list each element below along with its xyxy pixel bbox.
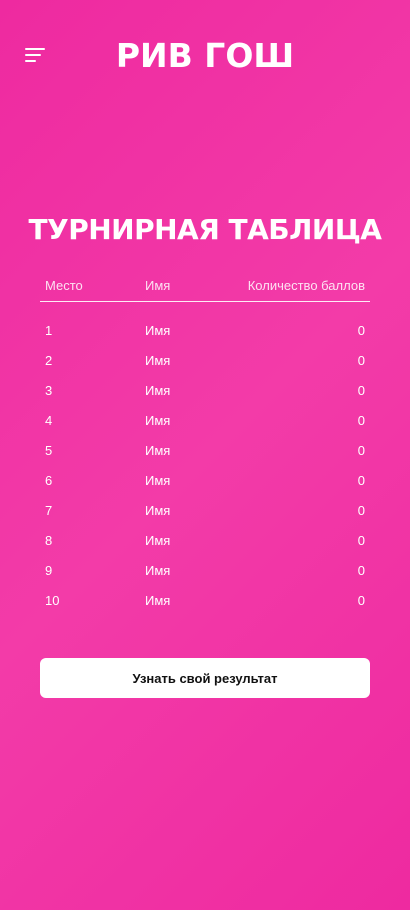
- name-cell: Имя: [145, 353, 171, 368]
- score-cell: 0: [357, 443, 365, 458]
- leaderboard-table: Место Имя Количество баллов 1 Имя 0 2 Имя 0 3 И…: [40, 272, 370, 616]
- table-row: 9 Имя 0: [40, 556, 370, 586]
- name-cell: Имя: [145, 563, 171, 578]
- score-cell: 0: [357, 323, 365, 338]
- place-cell: 8: [45, 533, 53, 548]
- brand-logo[interactable]: РИВ ГОШ: [0, 36, 410, 76]
- table-row: 5 Имя 0: [40, 436, 370, 466]
- table-row: 10 Имя 0: [40, 586, 370, 616]
- name-cell: Имя: [145, 473, 171, 488]
- table-row: 1 Имя 0: [40, 316, 370, 346]
- table-header: Место Имя Количество баллов: [40, 272, 370, 302]
- score-cell: 0: [357, 473, 365, 488]
- place-cell: 6: [45, 473, 53, 488]
- place-cell: 10: [45, 593, 60, 608]
- place-cell: 5: [45, 443, 53, 458]
- place-cell: 3: [45, 383, 53, 398]
- score-cell: 0: [357, 413, 365, 428]
- get-result-button[interactable]: Узнать свой результат: [40, 658, 370, 698]
- place-cell: 4: [45, 413, 53, 428]
- place-cell: 7: [45, 503, 53, 518]
- table-row: 7 Имя 0: [40, 496, 370, 526]
- name-cell: Имя: [145, 593, 171, 608]
- name-cell: Имя: [145, 443, 171, 458]
- score-cell: 0: [357, 383, 365, 398]
- table-row: 2 Имя 0: [40, 346, 370, 376]
- place-cell: 1: [45, 323, 53, 338]
- place-cell: 2: [45, 353, 53, 368]
- score-cell: 0: [357, 353, 365, 368]
- score-cell: 0: [357, 533, 365, 548]
- table-row: 6 Имя 0: [40, 466, 370, 496]
- name-cell: Имя: [145, 383, 171, 398]
- page-title: ТУРНИРНАЯ ТАБЛИЦА: [28, 213, 382, 246]
- score-cell: 0: [357, 593, 365, 608]
- table-row: 3 Имя 0: [40, 376, 370, 406]
- place-cell: 9: [45, 563, 53, 578]
- table-row: 4 Имя 0: [40, 406, 370, 436]
- score-cell: 0: [357, 563, 365, 578]
- name-cell: Имя: [145, 413, 171, 428]
- column-header-name: Имя: [145, 278, 171, 293]
- score-cell: 0: [357, 503, 365, 518]
- table-body: 1 Имя 0 2 Имя 0 3 Имя 0 4 Имя 0 5 Имя 0 6 Имя 0 7 Имя 0 8 Имя 0…: [40, 302, 370, 616]
- name-cell: Имя: [145, 533, 171, 548]
- column-header-score: Количество баллов: [247, 278, 365, 293]
- column-header-place: Место: [45, 278, 83, 293]
- table-row: 8 Имя 0: [40, 526, 370, 556]
- name-cell: Имя: [145, 503, 171, 518]
- header: РИВ ГОШ: [0, 0, 410, 110]
- name-cell: Имя: [145, 323, 171, 338]
